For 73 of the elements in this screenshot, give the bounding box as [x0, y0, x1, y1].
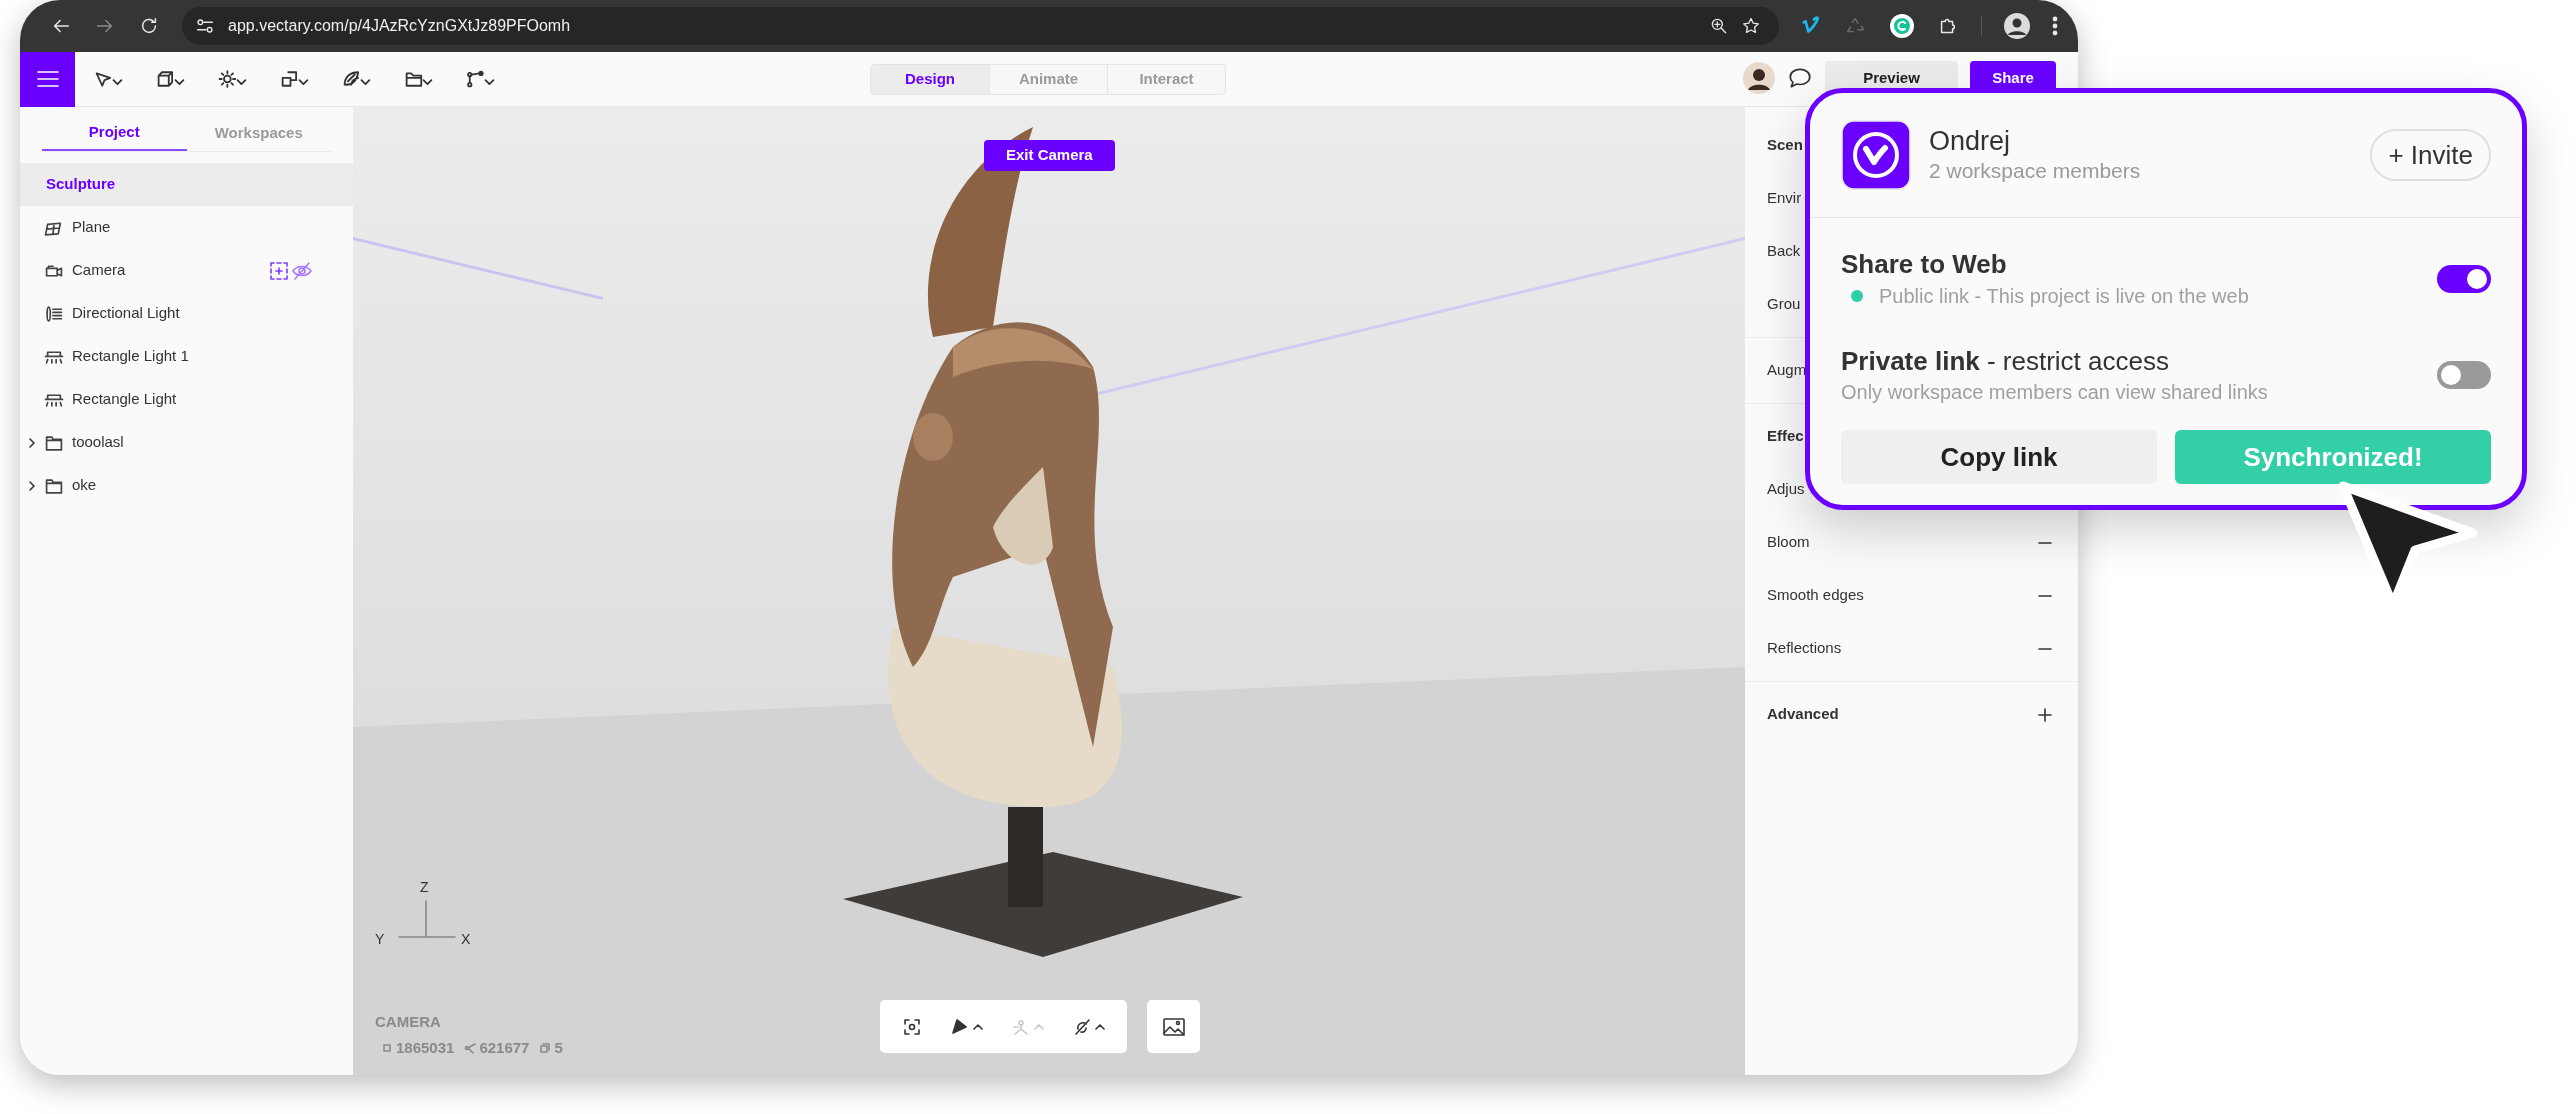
setting-label: Back: [1767, 241, 1801, 262]
tree-item[interactable]: Sculpture: [20, 163, 353, 206]
invite-button[interactable]: + Invite: [2370, 129, 2491, 181]
slashed-icon: [1072, 1016, 1092, 1037]
setting-label: Envir: [1767, 188, 1802, 209]
tree-item[interactable]: Camera: [20, 249, 353, 292]
vertices-icon: [381, 1041, 393, 1054]
stat-value: 5: [554, 1037, 563, 1058]
option-description: Only workspace members can view shared links: [1841, 380, 2269, 405]
folder-icon: [44, 433, 64, 452]
setting-label: Smooth edges: [1767, 585, 1864, 606]
axis-lines: [395, 899, 457, 939]
caret-up-icon: [1095, 1022, 1105, 1031]
tree-item[interactable]: Rectangle Light: [20, 378, 353, 421]
more-icon[interactable]: [2052, 16, 2058, 36]
address-bar[interactable]: app.vectary.com/p/4JAzRcYznGXtJz89PFOomh: [182, 7, 1780, 45]
camera-label: CAMERA: [375, 1012, 442, 1032]
toggle-switch[interactable]: [2437, 361, 2491, 389]
tree-item[interactable]: Directional Light: [20, 292, 353, 335]
directional-light-icon: [44, 304, 64, 323]
tree-item[interactable]: Rectangle Light 1: [20, 335, 353, 378]
option-title: Private link - restrict access: [1841, 345, 2170, 378]
workspace-logo-icon: [1841, 120, 1911, 190]
menu-button[interactable]: [20, 51, 75, 107]
workspace-name: Ondrej: [1929, 125, 2012, 157]
exit-camera-button[interactable]: Exit Camera: [984, 140, 1115, 171]
section-title: Scen: [1767, 135, 1803, 156]
axis-label: Y: [375, 930, 385, 949]
axis-label: X: [461, 930, 471, 949]
url-text: app.vectary.com/p/4JAzRcYznGXtJz89PFOomh: [228, 16, 571, 36]
tree-item[interactable]: tooolasl: [20, 421, 353, 464]
section-title: Advanced: [1767, 704, 1839, 725]
tree-item[interactable]: oke: [20, 464, 353, 507]
setting-label: Adjus: [1767, 479, 1805, 500]
setting-label: Reflections: [1767, 638, 1842, 659]
shading-icon: [950, 1016, 970, 1037]
menu-icon: [36, 70, 59, 88]
caret-up-icon: [973, 1022, 983, 1031]
hidden-eye-icon[interactable]: [291, 260, 313, 281]
stat-value: 1865031: [396, 1037, 455, 1058]
target-icon[interactable]: [269, 260, 289, 281]
toggle-switch[interactable]: [2437, 265, 2491, 293]
chevron-right-icon[interactable]: [26, 479, 38, 492]
star-icon[interactable]: [1741, 16, 1762, 36]
status-dot-icon: [1851, 290, 1863, 302]
setting-label: Augm: [1767, 360, 1807, 381]
viewport-tool[interactable]: [1072, 1016, 1105, 1037]
profile-avatar-icon[interactable]: [2004, 13, 2030, 39]
caret-up-icon: [1034, 1022, 1044, 1031]
frame-icon: [902, 1016, 922, 1037]
setting-label: Bloom: [1767, 532, 1810, 553]
section-title: Effec: [1767, 426, 1804, 447]
plus-icon[interactable]: [2038, 707, 2052, 722]
edges-icon: [464, 1041, 477, 1054]
panel-tab[interactable]: Project: [42, 115, 187, 151]
mode-tab[interactable]: Design: [871, 65, 989, 94]
status-text: Public link - This project is live on the web: [1879, 284, 2249, 309]
stat-value: 621677: [479, 1037, 530, 1058]
avatar-icon[interactable]: [1743, 62, 1775, 94]
members-count: 2 workspace members: [1929, 158, 2141, 184]
objects-icon: [539, 1041, 552, 1054]
tree-item[interactable]: Plane: [20, 206, 353, 249]
viewport-tool[interactable]: [902, 1016, 922, 1037]
copy-link-button[interactable]: Copy link: [1841, 430, 2157, 484]
viewport-tool[interactable]: [950, 1016, 983, 1037]
axis-label: Z: [420, 878, 429, 897]
chevron-right-icon[interactable]: [26, 436, 38, 449]
setting-label: Grou: [1767, 294, 1801, 315]
image-icon: [1162, 1016, 1185, 1037]
image-button[interactable]: [1147, 1000, 1200, 1053]
extension-icon[interactable]: [1889, 13, 1916, 39]
option-title: Share to Web: [1841, 248, 2008, 281]
folder-icon: [44, 476, 64, 495]
